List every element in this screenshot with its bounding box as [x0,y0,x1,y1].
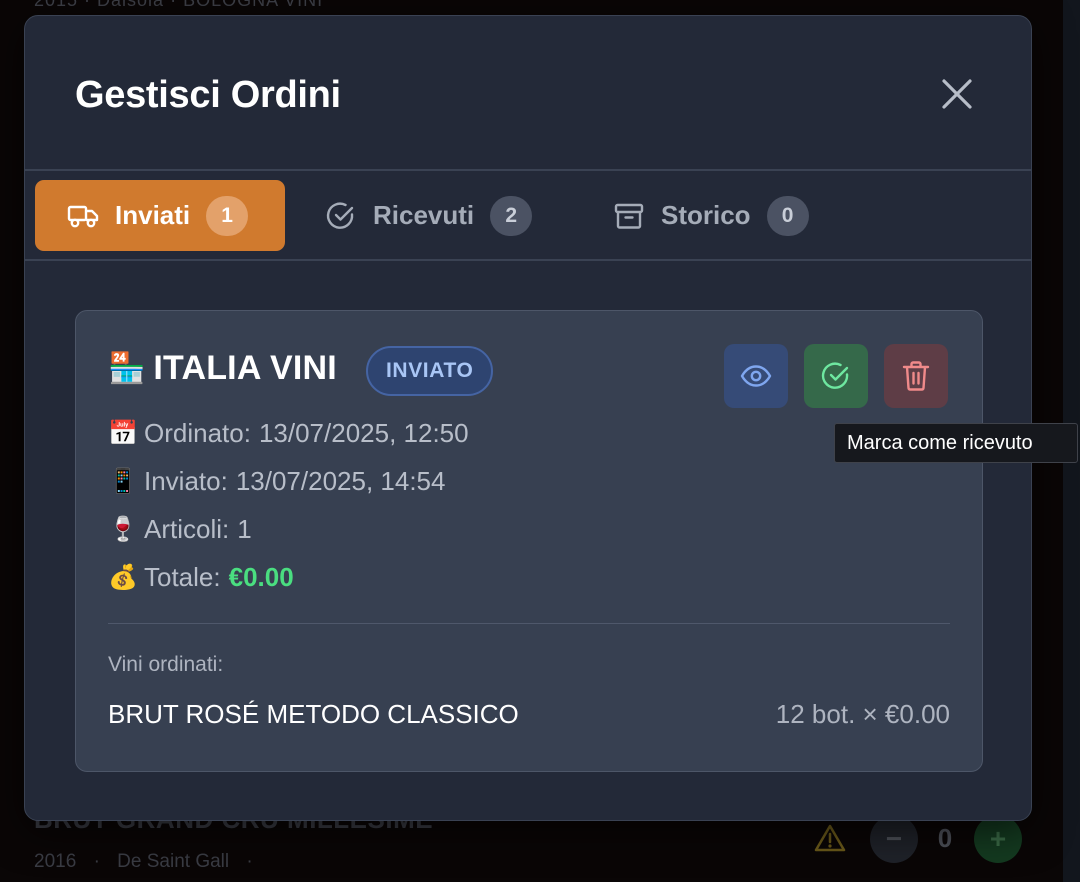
mark-received-button[interactable] [804,344,868,408]
quantity-value: 0 [937,823,953,853]
background-separator: · [246,851,253,872]
sent-date-line: 📱 Inviato: 13/07/2025, 14:54 [108,466,445,497]
list-item: BRUT ROSÉ METODO CLASSICO 12 bot. × €0.0… [108,699,950,730]
supplier-name: ITALIA VINI [153,349,337,387]
wine-glass-icon: 🍷 [108,516,138,543]
tooltip: Marca come ricevuto [834,423,1078,463]
total-label: Totale: [144,562,221,592]
money-bag-icon: 💰 [108,564,138,591]
items-label: Articoli: [144,514,230,544]
items-value: 1 [237,514,252,544]
wine-name: BRUT ROSÉ METODO CLASSICO [108,699,519,729]
tab-count-badge: 0 [766,195,809,236]
supplier-heading: 🏪 ITALIA VINI [108,349,337,388]
calendar-icon: 📅 [108,420,138,447]
check-circle-icon [325,200,357,232]
tab-storico[interactable]: Storico 0 [581,180,843,251]
archive-icon [613,200,645,232]
tab-inviati[interactable]: Inviati 1 [35,180,285,251]
close-icon [942,79,972,109]
total-value: €0.00 [228,562,294,592]
warning-icon [814,823,846,853]
check-circle-icon [821,362,849,389]
increase-quantity-button[interactable]: + [974,815,1022,863]
truck-icon [67,200,99,232]
tab-bar: Inviati 1 Ricevuti 2 Storico 0 [25,173,1031,261]
phone-icon: 📱 [108,468,138,495]
ordered-label: Ordinato: [144,418,251,448]
sent-value: 13/07/2025, 14:54 [235,466,446,496]
status-badge: INVIATO [366,346,494,396]
view-order-button[interactable] [724,344,788,408]
background-separator: · [93,851,100,872]
ordered-wines-label: Vini ordinati: [108,653,224,676]
tab-label: Ricevuti [373,200,475,230]
decrease-quantity-button[interactable]: − [870,815,918,863]
order-card: 🏪 ITALIA VINI INVIATO 📅 Ordinato: 13/07/… [75,310,983,772]
tab-count-badge: 1 [206,195,249,236]
background-top-text: 2015 · Dalsola · BOLOGNA VINI [34,0,324,10]
items-count-line: 🍷 Articoli: 1 [108,514,252,545]
wine-quantity-price: 12 bot. × €0.00 [775,699,950,729]
close-button[interactable] [935,72,979,116]
orders-modal: Gestisci Ordini Inviati 1 Ricevuti 2 Sto… [24,15,1032,821]
modal-header: Gestisci Ordini [25,16,1031,171]
eye-icon [740,365,772,387]
modal-title: Gestisci Ordini [75,74,341,116]
sent-label: Inviato: [144,466,228,496]
store-icon: 🏪 [108,352,146,385]
tab-label: Storico [661,200,751,230]
tab-count-badge: 2 [490,195,533,236]
background-wine-producer: De Saint Gall [117,851,230,872]
trash-icon [902,361,930,391]
delete-order-button[interactable] [884,344,948,408]
tab-label: Inviati [115,200,191,230]
background-wine-year: 2016 [34,851,77,872]
ordered-date-line: 📅 Ordinato: 13/07/2025, 12:50 [108,418,469,449]
tab-ricevuti[interactable]: Ricevuti 2 [293,180,555,251]
page: 2015 · Dalsola · BOLOGNA VINI BRUT GRAND… [0,0,1080,882]
background-wine-meta: 2016 · De Saint Gall · [34,851,265,873]
ordered-value: 13/07/2025, 12:50 [258,418,469,448]
total-line: 💰 Totale: €0.00 [108,562,294,593]
divider [108,623,950,624]
